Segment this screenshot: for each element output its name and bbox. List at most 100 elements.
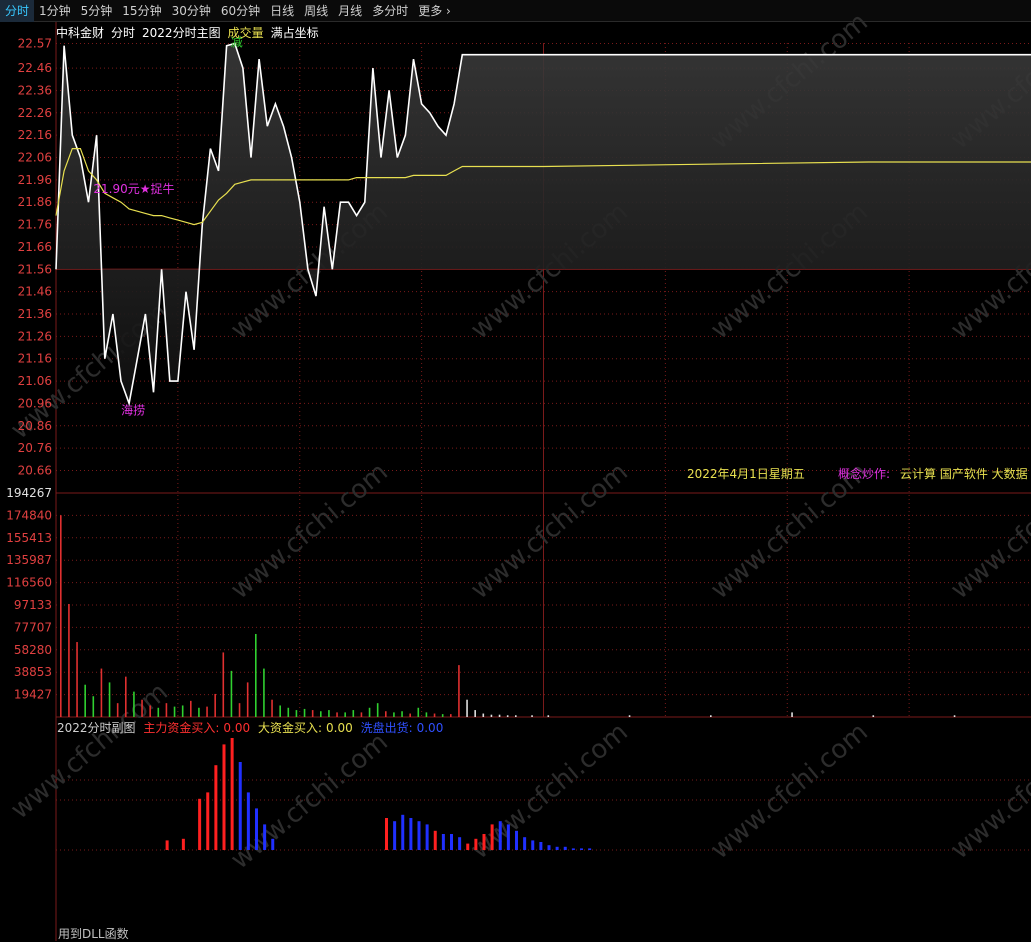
price-tick-6: 21.96: [18, 173, 52, 187]
flow-bar: [580, 848, 583, 850]
volume-bar: [133, 691, 135, 717]
volume-bar: [328, 710, 330, 717]
volume-bar: [287, 707, 290, 717]
flow-bar: [588, 848, 592, 850]
volume-bar: [352, 710, 355, 717]
volume-bar: [60, 515, 62, 717]
price-tick-17: 20.86: [18, 419, 52, 433]
volume-bar: [409, 713, 411, 717]
flow-bar: [401, 814, 405, 850]
price-tick-15: 21.06: [18, 374, 52, 388]
flow-bar: [271, 838, 275, 850]
annotation-0: 21.90元★捉牛: [93, 181, 174, 196]
volume-bar: [303, 708, 306, 717]
flow-bar: [263, 824, 267, 850]
volume-tick-6: 77707: [14, 620, 52, 634]
price-tick-16: 20.96: [18, 396, 52, 410]
watermark-text-9: www.cfchi.com: [225, 457, 394, 605]
main-buy-value: 0.00: [223, 721, 251, 735]
price-tick-1: 22.46: [18, 61, 52, 75]
price-tick-13: 21.26: [18, 329, 52, 343]
main-buy-label: 主力资金买入:: [143, 721, 220, 735]
volume-bar: [506, 715, 509, 717]
flow-bar: [255, 808, 258, 850]
flow-bar: [214, 765, 218, 850]
volume-bar: [482, 713, 485, 717]
flow-bar: [458, 837, 462, 850]
price-tick-10: 21.56: [18, 262, 52, 276]
volume-bar: [547, 715, 550, 717]
flow-bar: [433, 830, 437, 850]
volume-bar: [214, 693, 216, 717]
volume-bar: [165, 703, 168, 717]
volume-bar: [376, 703, 379, 717]
volume-bar: [368, 707, 371, 717]
mode-label: 分时: [111, 25, 136, 40]
volume-bar: [222, 652, 225, 717]
volume-bar: [466, 699, 468, 717]
volume-bar: [116, 703, 119, 717]
volume-bar: [450, 714, 452, 717]
volume-bar: [295, 710, 298, 717]
volume-bar: [393, 712, 395, 717]
flow-bar: [490, 824, 494, 850]
watermark-text-10: www.cfchi.com: [465, 457, 634, 605]
volume-tick-0: 194267: [6, 486, 52, 500]
flow-bar: [571, 848, 575, 850]
sub-panel-info: 2022分时副图 主力资金买入: 0.00 大资金买入: 0.00 洗盘出货: 0.0…: [57, 719, 447, 736]
price-tick-14: 21.16: [18, 352, 52, 366]
flow-bar: [563, 846, 567, 850]
price-tick-5: 22.06: [18, 151, 52, 165]
volume-tick-7: 58280: [14, 643, 52, 657]
price-tick-9: 21.66: [18, 240, 52, 254]
volume-tick-3: 135987: [6, 553, 52, 567]
flow-bar: [482, 834, 486, 850]
coordinate-mode[interactable]: 满占坐标: [271, 24, 319, 41]
volume-bar: [872, 715, 875, 717]
volume-bar: [433, 713, 436, 717]
sub-panel-title[interactable]: 2022分时副图: [57, 721, 136, 735]
watermark-text-2: www.cfchi.com: [225, 727, 394, 875]
volume-bar: [157, 707, 160, 717]
flow-bar: [515, 830, 518, 850]
concept-label: 概念炒作:: [838, 466, 890, 481]
big-buy-value: 0.00: [326, 721, 353, 735]
wash-label: 洗盘出货:: [360, 721, 413, 735]
watermark-text-6: www.cfchi.com: [705, 717, 874, 865]
volume-bar: [417, 707, 420, 717]
price-tick-7: 21.86: [18, 195, 52, 209]
stock-name[interactable]: 中科金财: [56, 24, 104, 41]
flow-bar: [230, 738, 234, 850]
volume-bar: [515, 715, 517, 717]
annotation-1: 海捞: [121, 402, 145, 417]
volume-bar: [181, 705, 184, 717]
flow-bar: [409, 818, 413, 850]
volume-tick-1: 174840: [6, 508, 52, 522]
watermark-text-4: www.cfchi.com: [465, 717, 634, 865]
flow-bar: [198, 798, 202, 850]
volume-bar: [344, 712, 346, 717]
flow-bar: [181, 838, 185, 850]
volume-bar: [141, 699, 143, 717]
volume-bar: [628, 715, 631, 717]
flow-bar: [547, 845, 551, 850]
info-bar: 中科金财 分时 2022分时主图 成交量 满占坐标: [56, 23, 326, 41]
volume-bar: [441, 714, 444, 717]
volume-bar: [320, 711, 322, 717]
volume-bar: [953, 715, 956, 717]
flow-bar: [539, 842, 543, 850]
wash-value: 0.00: [416, 721, 444, 735]
flow-bar: [531, 840, 535, 850]
price-tick-4: 22.16: [18, 128, 52, 142]
price-tick-8: 21.76: [18, 218, 52, 232]
volume-bar: [255, 633, 257, 717]
flow-bar: [417, 821, 421, 850]
concept-values: 云计算 国产软件 大数据 集: [900, 466, 1031, 481]
indicator-name[interactable]: 2022分时主图: [142, 24, 221, 41]
volume-bar: [206, 706, 208, 717]
big-buy-label: 大资金买入:: [257, 721, 323, 735]
volume-tick-2: 155413: [6, 531, 52, 545]
volume-label: 成交量: [227, 25, 264, 40]
price-tick-11: 21.46: [18, 285, 52, 299]
y-axis: 22.57 22.46 22.36 22.26 22.16 22.06 21.96 21.86…: [6, 37, 52, 702]
